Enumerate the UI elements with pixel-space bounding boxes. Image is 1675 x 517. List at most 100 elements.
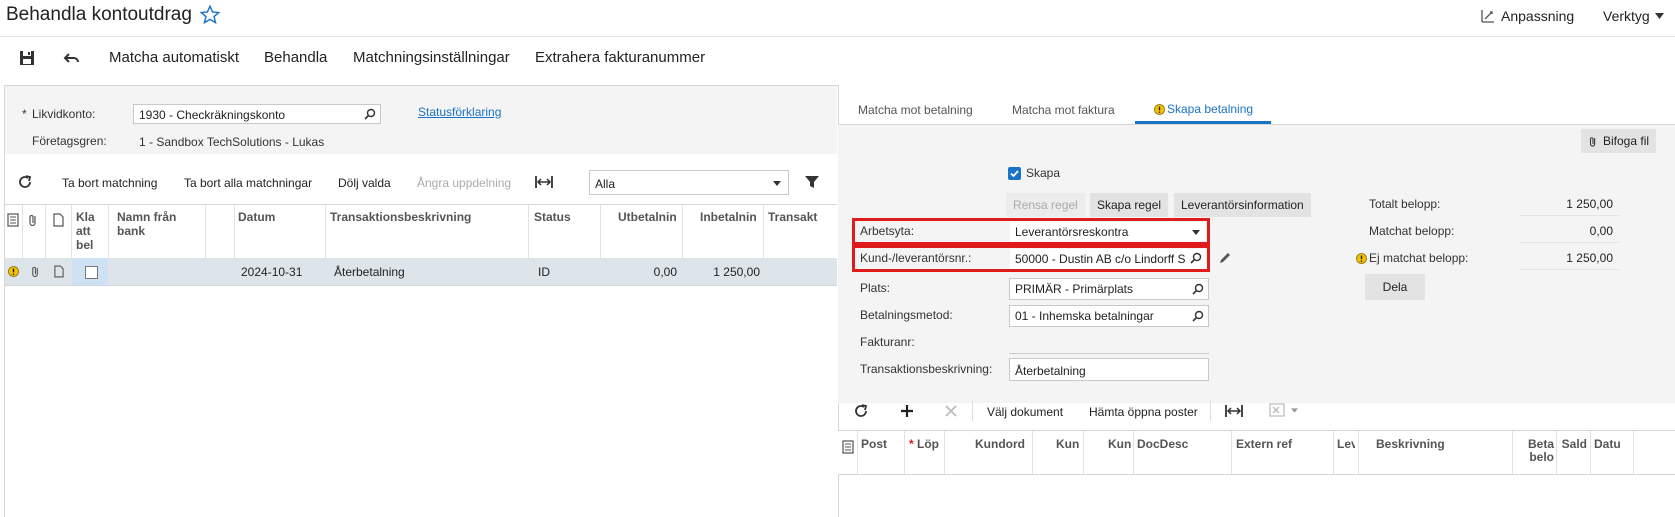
payment-method-value: 01 - Inhemska betalningar — [1015, 309, 1154, 323]
col-lop[interactable]: Löp — [917, 438, 939, 451]
right-grid-header: Post * Löp Kundord Kun Kun DocDesc Exter… — [838, 430, 1675, 475]
col-lev[interactable]: Lev — [1337, 438, 1355, 451]
attachment-icon[interactable] — [30, 265, 41, 278]
tab-create-payment[interactable]: Skapa betalning — [1154, 102, 1253, 116]
chevron-down-icon — [1192, 230, 1200, 235]
create-checkbox[interactable] — [1008, 167, 1021, 180]
add-icon[interactable] — [899, 403, 915, 419]
search-icon[interactable] — [1192, 283, 1204, 295]
refresh-icon[interactable] — [17, 174, 33, 190]
create-label: Skapa — [1026, 166, 1061, 180]
split-button[interactable]: Dela — [1365, 274, 1425, 300]
cash-account-input[interactable]: 1930 - Checkräkningskonto — [133, 104, 381, 124]
filter-select[interactable]: Alla — [589, 170, 789, 195]
delete-icon[interactable] — [943, 403, 959, 419]
cash-account-label: Likvidkonto: — [32, 107, 96, 121]
create-rule-button[interactable]: Skapa regel — [1090, 193, 1169, 217]
col-post[interactable]: Post — [861, 438, 887, 451]
customize-button[interactable]: Anpassning — [1480, 8, 1574, 24]
total-amount-value: 1 250,00 — [1566, 197, 1613, 211]
col-bank-name[interactable]: Namn från bank — [117, 210, 197, 238]
vendor-info-button[interactable]: Leverantörsinformation — [1174, 193, 1311, 217]
col-ready[interactable]: Kla att bel — [76, 210, 100, 252]
ready-checkbox[interactable] — [85, 266, 98, 279]
select-document-button[interactable]: Välj dokument — [987, 405, 1063, 419]
warning-icon — [1154, 103, 1165, 115]
left-grid-header: Kla att bel Namn från bank Datum Transak… — [5, 204, 837, 259]
clear-rule-button[interactable]: Rensa regel — [1006, 193, 1085, 217]
table-row[interactable]: 2024-10-31 Återbetalning ID 0,00 1 250,0… — [5, 258, 837, 286]
attach-file-button[interactable]: Bifoga fil — [1581, 129, 1657, 153]
edit-pencil-icon[interactable] — [1218, 251, 1232, 265]
search-icon[interactable] — [1192, 310, 1204, 322]
total-amount-label: Totalt belopp: — [1369, 197, 1441, 211]
refresh-icon[interactable] — [853, 403, 869, 419]
invoice-no-input[interactable] — [1009, 353, 1209, 354]
undo-icon[interactable] — [62, 48, 82, 68]
location-input[interactable]: PRIMÄR - Primärplats — [1009, 278, 1209, 300]
col-kun-2[interactable]: Kun — [1108, 438, 1132, 451]
tab-match-payment[interactable]: Matcha mot betalning — [858, 103, 973, 117]
payment-method-input[interactable]: 01 - Inhemska betalningar — [1009, 305, 1209, 327]
excel-icon — [1269, 403, 1285, 417]
attach-file-label: Bifoga fil — [1603, 134, 1650, 148]
favorite-star-icon[interactable] — [199, 4, 221, 26]
trans-desc-input[interactable]: Återbetalning — [1009, 358, 1209, 381]
fetch-open-items-button[interactable]: Hämta öppna poster — [1089, 405, 1198, 419]
col-payments-out[interactable]: Utbetalnin — [618, 210, 680, 224]
process-button[interactable]: Behandla — [264, 49, 327, 66]
chevron-down-icon — [1291, 407, 1298, 413]
col-beskrivning[interactable]: Beskrivning — [1376, 438, 1445, 451]
customize-icon — [1481, 10, 1494, 23]
header-divider — [0, 36, 1675, 37]
search-icon[interactable] — [1190, 252, 1202, 264]
customer-vendor-value: 50000 - Dustin AB c/o Lindorff S — [1015, 252, 1186, 266]
col-extern-ref[interactable]: Extern ref — [1236, 438, 1292, 451]
customer-vendor-input[interactable]: 50000 - Dustin AB c/o Lindorff S — [1010, 249, 1206, 269]
document-icon[interactable] — [54, 265, 64, 278]
col-description[interactable]: Transaktionsbeskrivning — [330, 210, 471, 224]
undo-split-button[interactable]: Ångra uppdelning — [417, 176, 511, 190]
matched-amount-label: Matchat belopp: — [1369, 224, 1455, 238]
match-settings-button[interactable]: Matchningsinställningar — [353, 49, 510, 66]
col-datu[interactable]: Datu — [1594, 438, 1621, 451]
customize-label: Anpassning — [1501, 8, 1575, 24]
remove-all-matches-button[interactable]: Ta bort alla matchningar — [184, 176, 312, 190]
unmatched-amount-value: 1 250,00 — [1566, 251, 1613, 265]
col-status[interactable]: Status — [534, 210, 571, 224]
row-status: ID — [538, 265, 550, 279]
auto-match-button[interactable]: Matcha automatiskt — [109, 49, 239, 66]
workspace-select[interactable]: Leverantörsreskontra — [1010, 222, 1206, 242]
col-kundord[interactable]: Kundord — [975, 438, 1025, 451]
fit-columns-icon[interactable] — [1224, 403, 1244, 419]
remove-match-button[interactable]: Ta bort matchning — [62, 176, 157, 190]
col-kun-1[interactable]: Kun — [1056, 438, 1082, 451]
col-transaction[interactable]: Transakt — [768, 210, 823, 224]
col-payments-in[interactable]: Inbetalnin — [700, 210, 762, 224]
filter-icon[interactable] — [804, 174, 820, 190]
fit-columns-icon[interactable] — [534, 174, 554, 190]
save-icon[interactable] — [17, 48, 37, 68]
matched-underline — [1520, 242, 1620, 243]
search-icon[interactable] — [364, 108, 376, 120]
paperclip-icon — [1589, 136, 1596, 147]
branch-label: Företagsgren: — [32, 134, 107, 148]
attachment-icon — [29, 214, 36, 227]
customer-vendor-label: Kund-/leverantörsnr.: — [860, 251, 972, 265]
col-beta[interactable]: Beta belo — [1524, 438, 1554, 464]
row-date: 2024-10-31 — [241, 265, 303, 279]
invoice-no-label: Fakturanr: — [860, 335, 915, 349]
chevron-down-icon — [773, 181, 781, 186]
toolbar-divider — [1210, 401, 1211, 421]
hide-selected-button[interactable]: Dölj valda — [338, 176, 391, 190]
status-explanation-link[interactable]: Statusförklaring — [418, 105, 501, 119]
col-docdesc[interactable]: DocDesc — [1137, 438, 1188, 451]
col-sald[interactable]: Sald — [1559, 438, 1587, 451]
tab-match-invoice[interactable]: Matcha mot faktura — [1012, 103, 1115, 117]
col-date[interactable]: Datum — [238, 210, 275, 224]
tools-menu[interactable]: Verktyg — [1603, 8, 1664, 24]
export-excel-button[interactable] — [1269, 403, 1298, 417]
row-description: Återbetalning — [334, 265, 405, 279]
extract-invoice-button[interactable]: Extrahera fakturanummer — [535, 49, 705, 66]
tab-create-payment-label: Skapa betalning — [1167, 102, 1254, 116]
